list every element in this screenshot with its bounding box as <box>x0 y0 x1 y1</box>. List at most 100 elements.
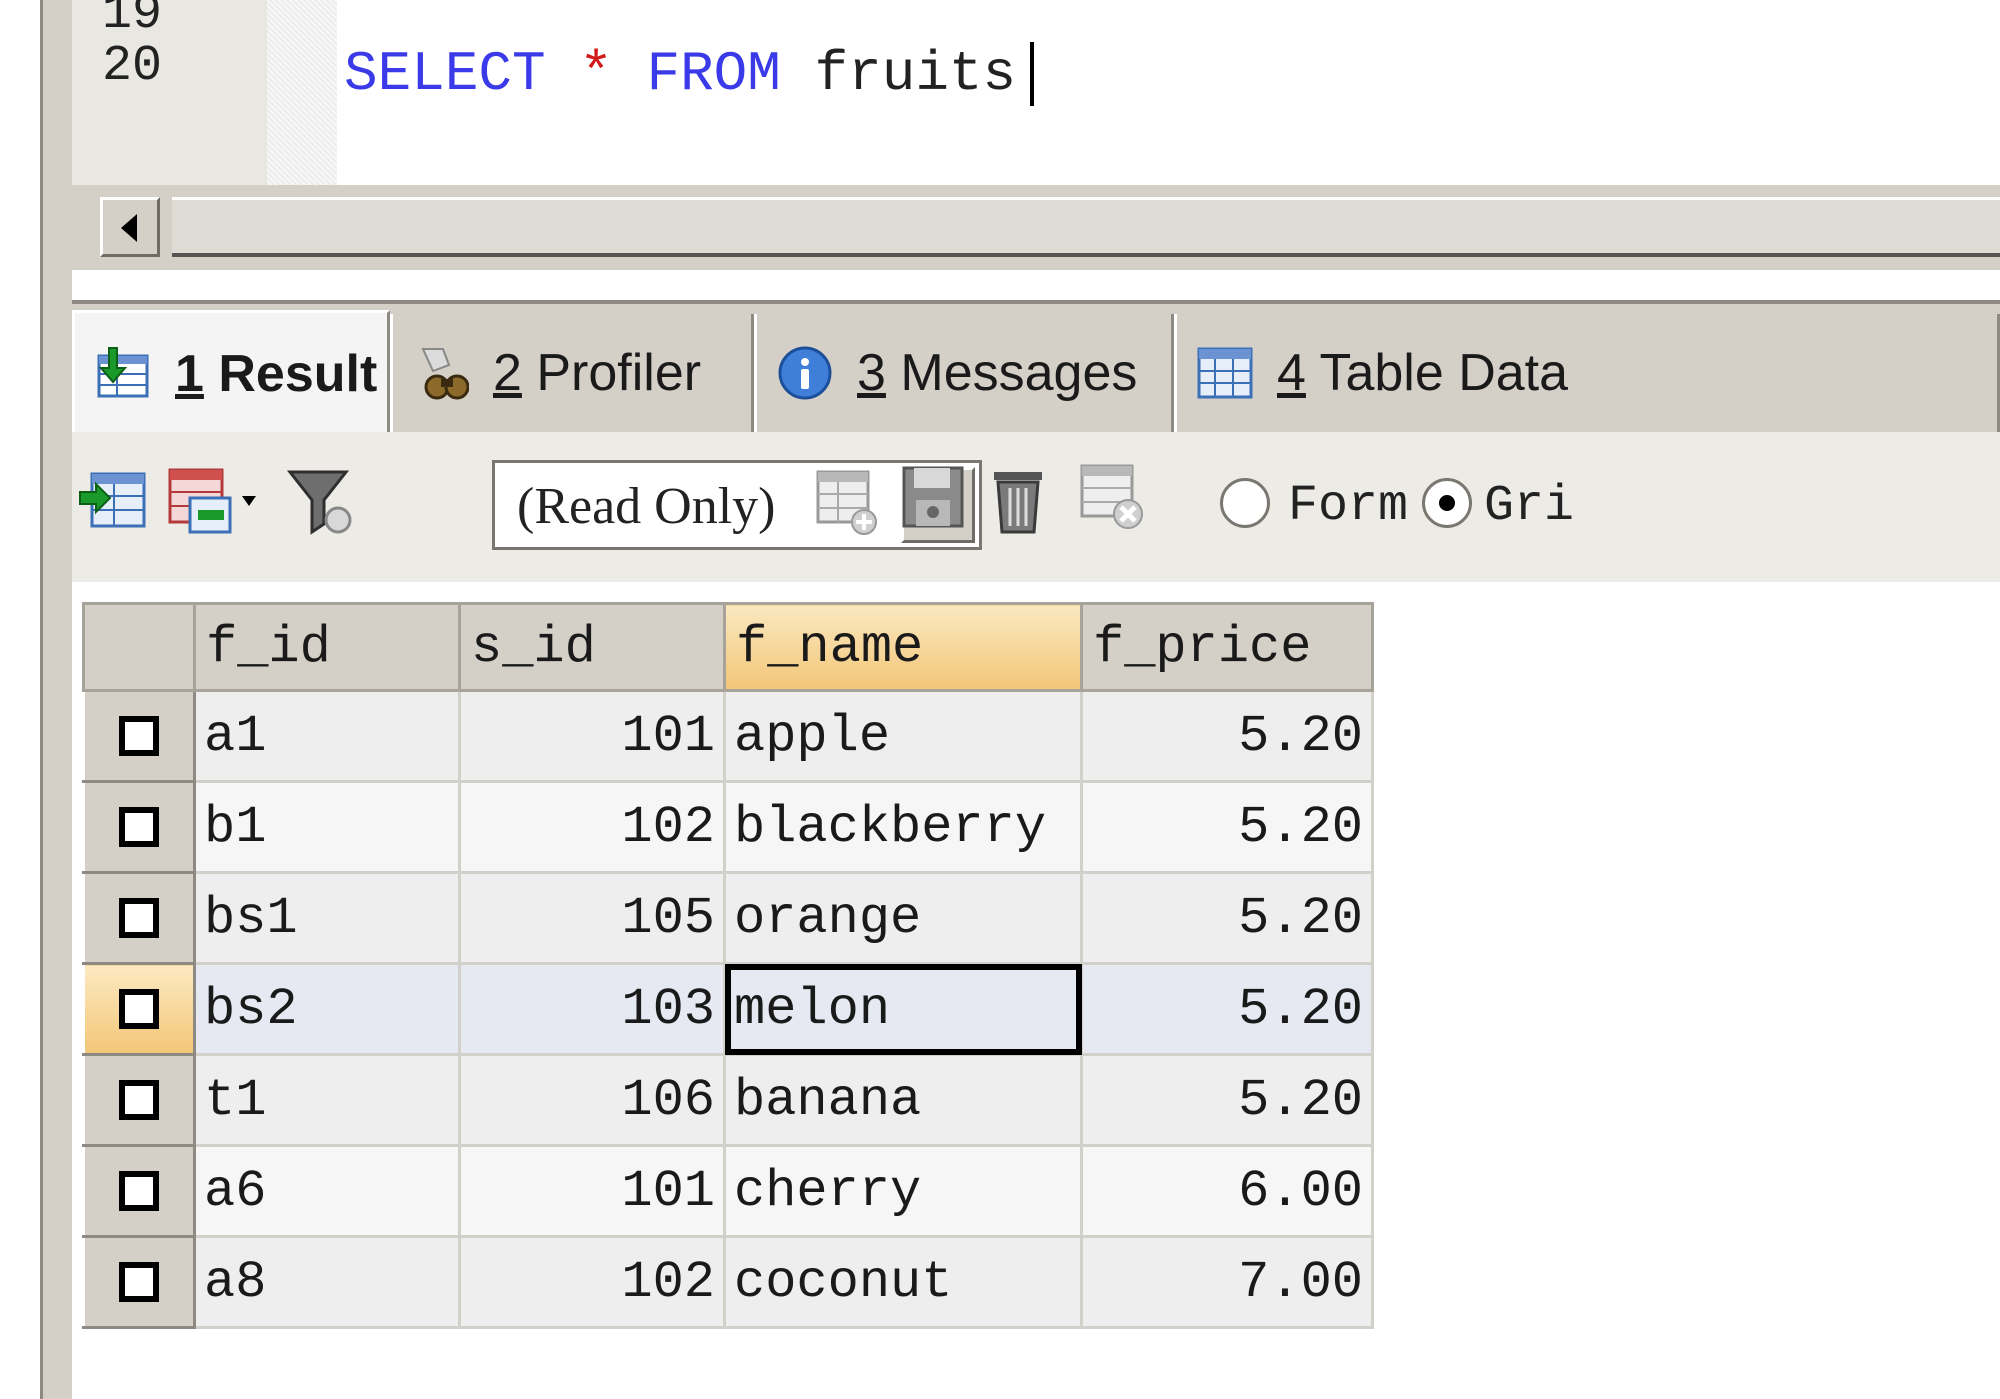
row-checkbox[interactable] <box>82 1144 196 1238</box>
column-header[interactable]: f_id <box>193 602 461 692</box>
result-grid-area: f_id s_id f_name f_price a1 101 apple 5.… <box>72 582 2000 1399</box>
cancel-icon[interactable] <box>1078 462 1150 534</box>
cell-f-price[interactable]: 5.20 <box>1080 780 1374 874</box>
row-checkbox[interactable] <box>82 962 196 1056</box>
row-checkbox[interactable] <box>82 871 196 965</box>
tab-profiler[interactable]: 2 Profiler <box>390 314 754 432</box>
cell-f-price[interactable]: 5.20 <box>1080 962 1374 1056</box>
cell-f-name[interactable]: orange <box>723 871 1083 965</box>
export-icon[interactable] <box>78 466 150 538</box>
checkbox-icon <box>119 1170 159 1211</box>
checkbox-icon <box>119 897 159 938</box>
tab-number: 3 <box>857 344 886 402</box>
cell-f-id[interactable]: a1 <box>193 689 461 783</box>
form-view-radio[interactable] <box>1220 478 1270 528</box>
cell-f-price[interactable]: 7.00 <box>1080 1235 1374 1329</box>
cell-s-id[interactable]: 102 <box>458 780 726 874</box>
table-row[interactable]: a6 101 cherry 6.00 <box>82 1144 1374 1238</box>
window-edge <box>0 0 40 1399</box>
checkbox-icon <box>119 988 159 1029</box>
table-row[interactable]: a1 101 apple 5.20 <box>82 689 1374 783</box>
operator-star: * <box>579 42 613 106</box>
fold-margin <box>267 0 337 185</box>
grid-view-radio[interactable] <box>1422 478 1472 528</box>
horizontal-scrollbar[interactable] <box>72 185 2000 270</box>
checkbox-icon <box>119 715 159 756</box>
identifier: fruits <box>814 42 1017 106</box>
result-grid: f_id s_id f_name f_price a1 101 apple 5.… <box>82 602 1374 1329</box>
checkbox-icon <box>119 806 159 847</box>
line-number-gutter: 19 20 <box>72 0 267 185</box>
insert-dropdown-icon[interactable] <box>166 466 262 538</box>
profiler-icon <box>413 345 470 401</box>
form-view-label: Form <box>1288 478 1409 535</box>
code-line[interactable]: SELECT * FROM fruits <box>344 42 1035 107</box>
checkbox-icon <box>119 1261 159 1302</box>
cell-s-id[interactable]: 106 <box>458 1053 726 1147</box>
cell-f-id[interactable]: bs1 <box>193 871 461 965</box>
tab-label: Result <box>218 344 378 403</box>
cell-f-price[interactable]: 6.00 <box>1080 1144 1374 1238</box>
cell-f-name[interactable]: cherry <box>723 1144 1083 1238</box>
table-row-current[interactable]: bs2 103 melon 5.20 <box>82 962 1374 1056</box>
row-checkbox[interactable] <box>82 1053 196 1147</box>
table-icon <box>1197 345 1253 401</box>
grid-view-label: Gri <box>1484 478 1575 535</box>
table-row[interactable]: bs1 105 orange 5.20 <box>82 871 1374 965</box>
column-header[interactable]: s_id <box>458 602 726 692</box>
cell-f-id[interactable]: a8 <box>193 1235 461 1329</box>
column-header[interactable]: f_price <box>1080 602 1374 692</box>
row-checkbox[interactable] <box>82 780 196 874</box>
tab-label: Table Data <box>1319 344 1569 402</box>
line-number: 19 <box>102 0 163 43</box>
tab-label: Profiler <box>536 344 702 402</box>
info-icon <box>777 345 833 401</box>
keyword-from: FROM <box>646 42 781 106</box>
table-row[interactable]: t1 106 banana 5.20 <box>82 1053 1374 1147</box>
row-checkbox[interactable] <box>82 689 196 783</box>
cell-f-name-focused[interactable]: melon <box>723 962 1083 1056</box>
cell-f-price[interactable]: 5.20 <box>1080 689 1374 783</box>
cell-s-id[interactable]: 102 <box>458 1235 726 1329</box>
cell-f-price[interactable]: 5.20 <box>1080 871 1374 965</box>
table-row[interactable]: a8 102 coconut 7.00 <box>82 1235 1374 1329</box>
select-all-corner[interactable] <box>82 602 196 692</box>
save-icon[interactable] <box>898 462 970 534</box>
cell-f-price[interactable]: 5.20 <box>1080 1053 1374 1147</box>
cell-f-name[interactable]: banana <box>723 1053 1083 1147</box>
window-frame <box>40 0 72 1399</box>
cell-f-name[interactable]: coconut <box>723 1235 1083 1329</box>
add-row-icon[interactable] <box>812 466 884 538</box>
cell-f-id[interactable]: t1 <box>193 1053 461 1147</box>
tab-table-data[interactable]: 4 Table Data <box>1174 314 2000 432</box>
tab-number: 2 <box>493 344 522 402</box>
cell-f-name[interactable]: blackberry <box>723 780 1083 874</box>
cell-f-id[interactable]: a6 <box>193 1144 461 1238</box>
row-checkbox[interactable] <box>82 1235 196 1329</box>
line-number: 20 <box>102 38 163 95</box>
tab-messages[interactable]: 3 Messages <box>754 314 1174 432</box>
scroll-left-button[interactable] <box>100 197 160 257</box>
cell-s-id[interactable]: 105 <box>458 871 726 965</box>
cell-s-id[interactable]: 101 <box>458 689 726 783</box>
text-caret <box>1030 42 1035 107</box>
tab-label: Messages <box>900 344 1138 402</box>
result-tab-strip: 1 Result 2 Profiler 3 Messages 4 Table D… <box>72 300 2000 434</box>
delete-icon[interactable] <box>984 466 1056 538</box>
sql-editor[interactable]: 19 20 SELECT * FROM fruits <box>72 0 2000 185</box>
cell-f-id[interactable]: bs2 <box>193 962 461 1056</box>
cell-f-id[interactable]: b1 <box>193 780 461 874</box>
cell-s-id[interactable]: 101 <box>458 1144 726 1238</box>
checkbox-icon <box>119 1079 159 1120</box>
filter-icon[interactable] <box>286 466 358 538</box>
keyword-select: SELECT <box>344 42 546 106</box>
cell-s-id[interactable]: 103 <box>458 962 726 1056</box>
table-row[interactable]: b1 102 blackberry 5.20 <box>82 780 1374 874</box>
tab-result[interactable]: 1 Result <box>72 310 390 434</box>
cell-f-name[interactable]: apple <box>723 689 1083 783</box>
scroll-track[interactable] <box>172 197 2000 257</box>
tab-number: 1 <box>175 344 204 403</box>
result-toolbar: (Read Only) Form Gri <box>72 432 2000 582</box>
result-icon <box>95 346 151 402</box>
column-header[interactable]: f_name <box>723 602 1083 692</box>
